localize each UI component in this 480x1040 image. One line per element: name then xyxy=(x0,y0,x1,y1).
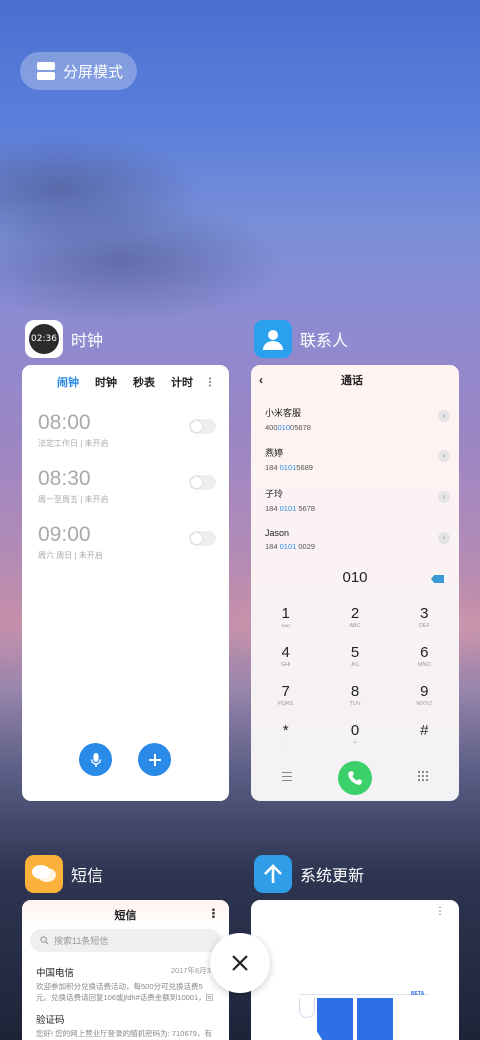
sms-title: 短信 xyxy=(114,909,137,922)
contact-name: 子玲 xyxy=(265,489,284,499)
alarm-item[interactable]: 08:00 法定工作日 | 未开启 xyxy=(38,411,216,449)
more-icon[interactable]: ⋮ xyxy=(205,377,215,388)
close-icon xyxy=(232,955,248,971)
message-item[interactable]: 验证码 您好! 您的网上营业厅登录的随机密码为: 710679，有 xyxy=(22,1012,229,1039)
app-header-sms[interactable]: 短信 xyxy=(25,855,103,893)
message-preview: 欢迎参加积分兑换话费活动，每500分可兑换话费5元。兑换话费请回复106或jfd… xyxy=(36,982,214,1002)
add-alarm-button[interactable] xyxy=(138,743,171,776)
dialer-header: ‹ 通话 xyxy=(251,365,459,395)
chevron-right-icon[interactable]: › xyxy=(438,450,450,462)
contact-item[interactable]: 小米客服 40001005678 › xyxy=(265,406,450,432)
message-date: 2017年6月30 xyxy=(170,966,215,975)
dial-key-5[interactable]: 5 JKL xyxy=(320,644,389,673)
recent-card-sms[interactable]: 短信 ••• 搜索11条短信 中国电信 2017年6月30 欢迎参加积分兑换话费活… xyxy=(22,900,229,1040)
message-item[interactable]: 中国电信 2017年6月30 欢迎参加积分兑换话费活动，每500分可兑换话费5元。… xyxy=(22,965,229,1003)
sms-header: 短信 ••• xyxy=(22,900,229,929)
dial-pad: 1 ωω 2 ABC 3 DEF 4 GHI 5 JKL 6 MNO 7 PQRS 8 TUV … xyxy=(251,605,459,751)
app-header-update[interactable]: 系统更新 xyxy=(254,855,364,893)
chevron-right-icon[interactable]: › xyxy=(438,410,450,422)
contact-item[interactable]: Jason 184 0101 0029 › xyxy=(265,528,450,551)
alarm-desc: 周六 周日 | 未开启 xyxy=(38,551,103,560)
keypad-icon[interactable] xyxy=(418,771,428,781)
message-sender: 验证码 xyxy=(36,1015,65,1026)
chevron-right-icon[interactable]: › xyxy=(438,491,450,503)
clock-icon-time: 02:36 xyxy=(29,324,59,354)
split-screen-icon xyxy=(37,62,55,80)
sms-app-icon xyxy=(25,855,63,893)
dial-key-4[interactable]: 4 GHI xyxy=(251,644,320,673)
split-screen-label: 分屏模式 xyxy=(63,62,124,81)
contact-number: 184 0101 0029 xyxy=(265,542,316,551)
menu-icon[interactable] xyxy=(282,772,292,781)
beta-badge: BETA xyxy=(411,991,425,997)
dial-key-0[interactable]: 0 + xyxy=(320,722,389,751)
contact-name: 小米客服 xyxy=(265,408,302,418)
alarm-toggle[interactable] xyxy=(189,531,216,546)
app-header-clock[interactable]: 02:36 时钟 xyxy=(25,320,103,358)
dial-key-9[interactable]: 9 WXYZ xyxy=(390,683,459,712)
recent-card-contacts[interactable]: ‹ 通话 小米客服 40001005678 › 燕婷 184 01015689 … xyxy=(251,365,459,801)
contact-number: 40001005678 xyxy=(265,423,311,432)
message-preview: 您好! 您的网上营业厅登录的随机密码为: 710679，有 xyxy=(36,1029,212,1038)
contact-item[interactable]: 燕婷 184 01015689 › xyxy=(265,446,450,472)
app-header-contacts[interactable]: 联系人 xyxy=(254,320,348,358)
contact-name: Jason xyxy=(265,528,290,538)
more-icon[interactable]: ⋮ xyxy=(435,906,445,917)
dial-bottom-bar xyxy=(251,761,459,795)
recent-card-update[interactable]: ⋮ BETA xyxy=(251,900,459,1040)
dial-key-8[interactable]: 8 TUV xyxy=(320,683,389,712)
alarm-desc: 法定工作日 | 未开启 xyxy=(38,439,109,448)
sms-search-placeholder: 搜索11条短信 xyxy=(54,936,109,946)
clear-all-button[interactable] xyxy=(210,933,270,993)
clock-tabs: 闹钟 时钟 秒表 计时 ⋮ xyxy=(22,365,229,390)
contact-number: 184 01015689 xyxy=(265,463,313,472)
update-app-icon xyxy=(254,855,292,893)
tab-alarm[interactable]: 闹钟 xyxy=(57,374,79,390)
contact-name: 燕婷 xyxy=(265,448,284,458)
alarm-item[interactable]: 08:30 周一至周五 | 未开启 xyxy=(38,467,216,505)
more-icon[interactable]: ••• xyxy=(207,908,218,919)
chevron-right-icon[interactable]: › xyxy=(438,532,450,544)
phone-icon xyxy=(348,771,362,785)
dial-key-hash[interactable]: # xyxy=(390,722,459,751)
person-icon xyxy=(263,330,283,350)
chat-bubbles-icon xyxy=(32,865,56,882)
sms-search-input[interactable]: 搜索11条短信 xyxy=(30,929,221,952)
dialed-number: 010 xyxy=(342,569,368,586)
dial-key-star[interactable]: *, xyxy=(251,722,320,751)
contact-item[interactable]: 子玲 184 0101 5678 › xyxy=(265,487,450,513)
arrow-up-icon xyxy=(264,864,282,883)
app-name-sms: 短信 xyxy=(71,866,104,885)
tab-clock[interactable]: 时钟 xyxy=(95,374,117,390)
clock-app-icon: 02:36 xyxy=(25,320,63,358)
app-name-contacts: 联系人 xyxy=(300,331,349,350)
contact-number: 184 0101 5678 xyxy=(265,504,316,513)
alarm-toggle[interactable] xyxy=(189,419,216,434)
alarm-desc: 周一至周五 | 未开启 xyxy=(38,495,109,504)
call-button[interactable] xyxy=(338,761,372,795)
dial-key-1[interactable]: 1 ωω xyxy=(251,605,320,634)
update-illustration: BETA xyxy=(299,991,429,1040)
contacts-app-icon xyxy=(254,320,292,358)
tab-timer[interactable]: 计时 xyxy=(171,374,193,390)
alarm-toggle[interactable] xyxy=(189,475,216,490)
search-icon xyxy=(40,936,49,945)
recent-card-clock[interactable]: 闹钟 时钟 秒表 计时 ⋮ 08:00 法定工作日 | 未开启 08:30 周一… xyxy=(22,365,229,801)
app-name-update: 系统更新 xyxy=(300,866,365,885)
dial-key-2[interactable]: 2 ABC xyxy=(320,605,389,634)
message-sender: 中国电信 xyxy=(36,968,75,979)
plus-icon xyxy=(148,753,161,766)
dial-key-3[interactable]: 3 DEF xyxy=(390,605,459,634)
split-screen-button[interactable]: 分屏模式 xyxy=(20,52,137,90)
dialer-title: 通话 xyxy=(341,375,363,387)
alarm-item[interactable]: 09:00 周六 周日 | 未开启 xyxy=(38,523,216,561)
dial-key-6[interactable]: 6 MNO xyxy=(390,644,459,673)
dial-key-7[interactable]: 7 PQRS xyxy=(251,683,320,712)
app-name-clock: 时钟 xyxy=(71,331,104,350)
microphone-icon xyxy=(90,752,101,767)
tab-stopwatch[interactable]: 秒表 xyxy=(133,374,155,390)
voice-alarm-button[interactable] xyxy=(79,743,112,776)
